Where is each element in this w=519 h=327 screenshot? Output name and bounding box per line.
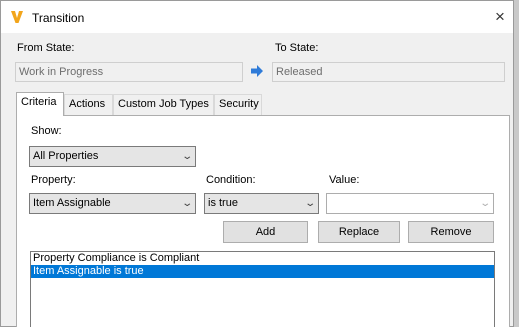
close-button[interactable]: ×	[489, 6, 511, 28]
chevron-down-icon: ⌄	[303, 198, 316, 209]
tab-criteria[interactable]: Criteria	[16, 92, 64, 116]
value-dropdown[interactable]: ⌄	[326, 193, 494, 214]
to-state-label: To State:	[275, 42, 319, 54]
criteria-listbox[interactable]: Property Compliance is Compliant Item As…	[30, 251, 495, 327]
chevron-down-icon: ⌄	[180, 198, 193, 209]
property-label: Property:	[31, 174, 76, 186]
value-label: Value:	[329, 174, 360, 186]
condition-label: Condition:	[206, 174, 256, 186]
from-state-label: From State:	[17, 42, 75, 54]
show-dropdown[interactable]: All Properties ⌄	[29, 146, 196, 167]
replace-button[interactable]: Replace	[318, 221, 400, 243]
show-dropdown-value: All Properties	[33, 150, 99, 162]
transition-dialog: Transition × From State: Work in Progres…	[0, 0, 514, 327]
show-label: Show:	[31, 125, 62, 137]
window-title: Transition	[32, 11, 85, 25]
add-button[interactable]: Add	[223, 221, 308, 243]
title-bar: Transition ×	[1, 1, 513, 33]
tab-custom-job-types[interactable]: Custom Job Types	[113, 94, 214, 115]
to-state-field: Released	[272, 62, 505, 82]
condition-dropdown-value: is true	[208, 197, 238, 209]
property-dropdown-value: Item Assignable	[33, 197, 111, 209]
arrow-right-icon	[251, 65, 263, 77]
from-state-field: Work in Progress	[15, 62, 243, 82]
condition-dropdown[interactable]: is true ⌄	[204, 193, 319, 214]
property-dropdown[interactable]: Item Assignable ⌄	[29, 193, 196, 214]
list-item[interactable]: Item Assignable is true	[31, 265, 494, 278]
remove-button[interactable]: Remove	[408, 221, 494, 243]
chevron-down-icon: ⌄	[180, 151, 193, 162]
tab-actions[interactable]: Actions	[64, 94, 113, 115]
vault-v-icon	[11, 11, 23, 23]
chevron-down-icon: ⌄	[478, 198, 491, 209]
tab-security[interactable]: Security	[214, 94, 262, 115]
list-item[interactable]: Property Compliance is Compliant	[31, 252, 494, 265]
